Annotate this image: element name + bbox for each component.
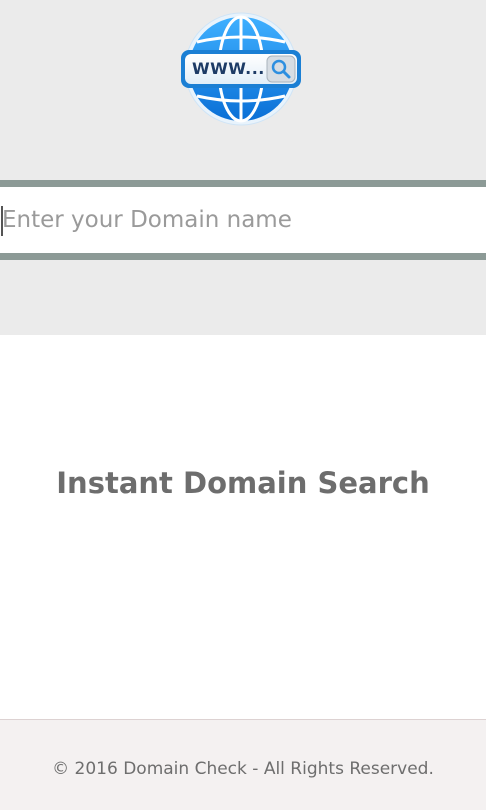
app-root: WWW... Instant Domain Search © 2016 Doma… — [0, 0, 486, 810]
domain-search-bar — [0, 180, 486, 260]
footer: © 2016 Domain Check - All Rights Reserve… — [0, 719, 486, 810]
main-content: Instant Domain Search — [0, 335, 486, 719]
header: WWW... — [0, 0, 486, 335]
logo-text: WWW... — [192, 59, 265, 78]
copyright-text: © 2016 Domain Check - All Rights Reserve… — [52, 759, 434, 779]
page-title: Instant Domain Search — [56, 466, 430, 500]
domain-search-input[interactable] — [0, 187, 486, 253]
logo: WWW... — [179, 12, 303, 126]
